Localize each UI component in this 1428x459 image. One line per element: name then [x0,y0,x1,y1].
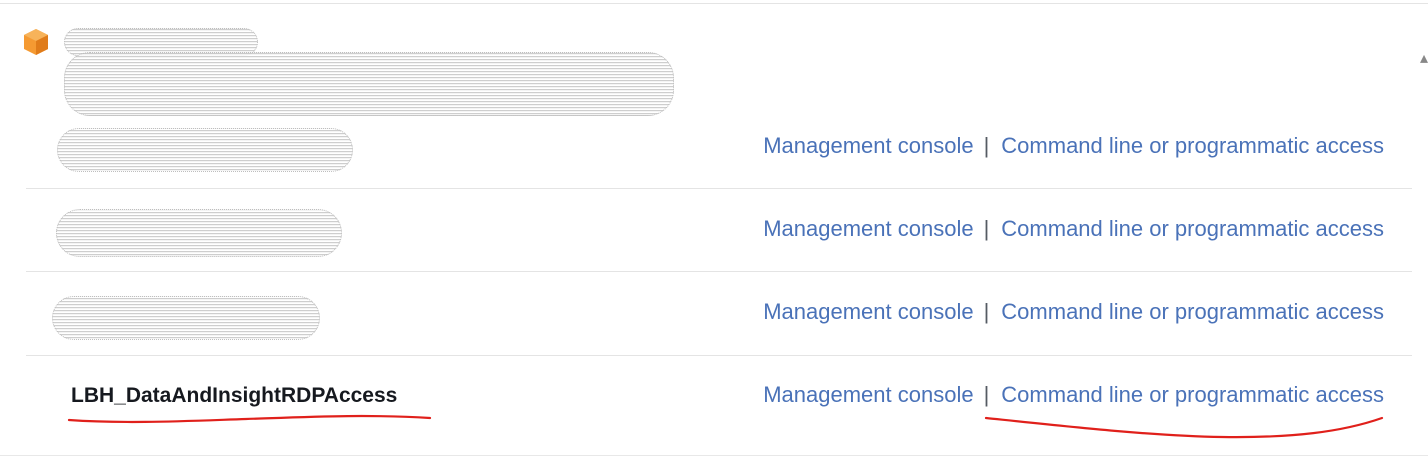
role-links: Management console | Command line or pro… [763,299,1384,325]
link-separator: | [983,382,990,407]
role-links: Management console | Command line or pro… [763,133,1384,159]
link-separator: | [983,216,990,241]
management-console-link[interactable]: Management console [763,382,973,408]
management-console-link[interactable]: Management console [763,133,973,159]
underline-annotation-cli [984,416,1384,439]
panel-bottom-border [0,455,1428,456]
redacted-account-id [64,52,674,116]
row-divider [26,188,1412,189]
redacted-role-name [52,296,320,340]
command-line-access-link[interactable]: Command line or programmatic access [1001,133,1384,159]
command-line-access-link[interactable]: Command line or programmatic access [1001,216,1384,242]
management-console-link[interactable]: Management console [763,299,973,325]
row-divider [26,271,1412,272]
aws-account-cube-icon [24,29,48,55]
command-line-access-link[interactable]: Command line or programmatic access [1001,299,1384,325]
role-name: LBH_DataAndInsightRDPAccess [71,384,398,407]
command-line-access-link[interactable]: Command line or programmatic access [1001,382,1384,408]
role-links: Management console | Command line or pro… [763,382,1384,408]
underline-annotation-role [67,414,432,424]
panel-top-border [0,3,1428,4]
link-separator: | [983,133,990,158]
role-links: Management console | Command line or pro… [763,216,1384,242]
management-console-link[interactable]: Management console [763,216,973,242]
collapse-icon[interactable]: ▴ [1420,48,1428,68]
row-divider [26,355,1412,356]
link-separator: | [983,299,990,324]
redacted-role-name [56,209,342,257]
redacted-role-name [57,128,353,172]
